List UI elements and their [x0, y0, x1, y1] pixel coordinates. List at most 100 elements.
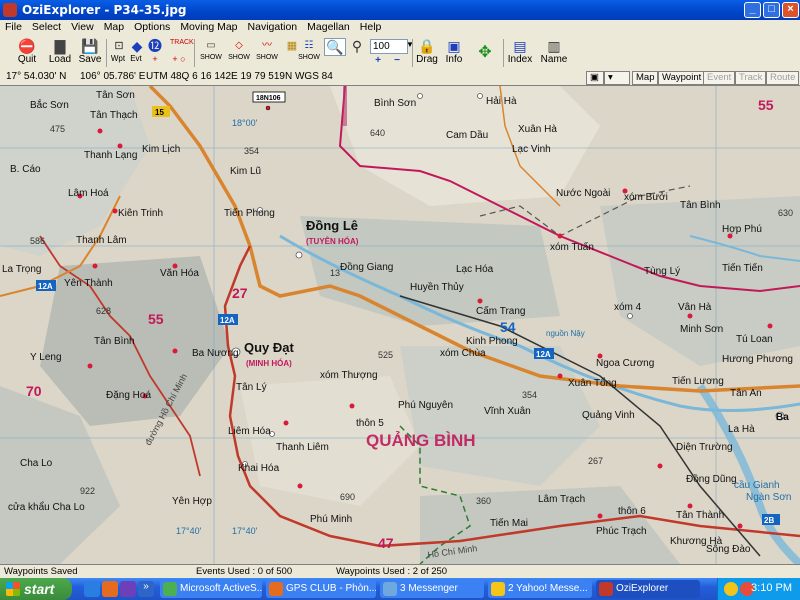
zoom-tool-button[interactable]: 🔍 — [324, 38, 346, 56]
svg-text:2B: 2B — [764, 516, 774, 525]
clock: 3:10 PM — [751, 582, 792, 594]
load-icon: ▇ — [54, 38, 66, 54]
app-icon[interactable] — [3, 3, 17, 17]
svg-text:12A: 12A — [536, 350, 551, 359]
firefox-icon — [269, 582, 283, 596]
ie-quicklaunch-icon[interactable] — [84, 581, 100, 597]
svg-text:Ba Nương: Ba Nương — [192, 348, 239, 359]
maximize-button[interactable]: □ — [763, 2, 780, 18]
find-button[interactable]: ⚲ — [348, 38, 366, 54]
svg-text:Bình Sơn: Bình Sơn — [374, 98, 416, 109]
svg-text:Bắc Sơn: Bắc Sơn — [30, 98, 69, 111]
lock-icon: 🔒 — [418, 38, 436, 54]
svg-text:54: 54 — [500, 319, 516, 335]
pan-arrows-icon: ✥ — [478, 44, 492, 61]
task-yahoo-messenger[interactable]: 2 Yahoo! Messe... — [488, 580, 592, 598]
name-button[interactable]: ▥ Name — [540, 38, 568, 65]
activesync-icon — [163, 582, 177, 596]
svg-text:Quy Đạt: Quy Đạt — [244, 340, 295, 355]
svg-text:B. Cáo: B. Cáo — [10, 164, 41, 175]
media-quicklaunch-icon[interactable] — [120, 581, 136, 597]
svg-text:Kim Lịch: Kim Lịch — [142, 144, 180, 155]
svg-text:Vân Hà: Vân Hà — [678, 302, 712, 313]
menu-map[interactable]: Map — [99, 20, 129, 33]
minimize-button[interactable]: _ — [744, 2, 761, 18]
zoom-dropdown-icon[interactable]: ▼ — [405, 40, 415, 49]
firefox-quicklaunch-icon[interactable] — [102, 581, 118, 597]
svg-text:Phúc Trạch: Phúc Trạch — [596, 526, 647, 537]
screen-icon[interactable]: ▣ — [586, 71, 604, 85]
svg-text:Cấm Trang: Cấm Trang — [476, 305, 525, 317]
quit-button[interactable]: ⛔ Quit — [14, 38, 40, 65]
svg-text:17°40': 17°40' — [176, 526, 202, 536]
wpt-button[interactable]: ⊡ Wpt — [110, 38, 126, 63]
track-filter-button[interactable]: Track — [735, 71, 767, 85]
expand-quicklaunch-icon[interactable]: » — [138, 581, 154, 597]
svg-text:Tiến Phong: Tiến Phong — [224, 207, 275, 219]
close-button[interactable]: × — [782, 2, 799, 18]
tray-icon[interactable] — [724, 582, 738, 596]
svg-text:55: 55 — [148, 311, 164, 327]
track-button[interactable]: TRACK + ○ — [166, 38, 194, 64]
load-button[interactable]: ▇ Load — [46, 38, 74, 65]
save-button[interactable]: 💾 Save — [76, 38, 104, 65]
svg-text:267: 267 — [588, 456, 603, 466]
map-image[interactable]: 18N106 15 12A 12A 12A 2B 55 55 70 27 47 … — [0, 86, 800, 564]
waypoint-label[interactable]: 18N106 — [256, 95, 281, 102]
show-tracks-button[interactable]: 〰 SHOW — [254, 38, 280, 61]
menu-options[interactable]: Options — [129, 20, 175, 33]
svg-text:Phú Minh: Phú Minh — [310, 514, 352, 525]
menu-file[interactable]: File — [0, 20, 27, 33]
waypoint-button[interactable]: Waypoint — [658, 71, 706, 85]
event-button[interactable]: Event — [703, 71, 736, 85]
drag-button[interactable]: 🔒 Drag — [415, 38, 439, 65]
menu-help[interactable]: Help — [355, 20, 387, 33]
route-button[interactable]: ⓬ + — [146, 38, 164, 64]
zoom-level-select[interactable]: 100 — [370, 39, 408, 54]
menu-moving-map[interactable]: Moving Map — [175, 20, 242, 33]
pan-control[interactable]: ✥ — [470, 38, 500, 68]
start-button[interactable]: start — [0, 578, 72, 600]
svg-text:55: 55 — [758, 97, 774, 113]
svg-text:Đồng Giang: Đồng Giang — [340, 261, 393, 273]
svg-text:Tiến Mai: Tiến Mai — [490, 517, 528, 529]
svg-text:Phú Nguyên: Phú Nguyên — [398, 400, 453, 411]
zoom-out-button[interactable]: − — [391, 55, 403, 66]
svg-text:18°00': 18°00' — [232, 118, 258, 128]
task-oziexplorer[interactable]: OziExplorer — [596, 580, 700, 598]
map-canvas[interactable]: 18N106 15 12A 12A 12A 2B 55 55 70 27 47 … — [0, 86, 800, 564]
binoculars-icon: ⚲ — [351, 38, 363, 54]
task-gps-club[interactable]: GPS CLUB - Phòn... — [266, 580, 376, 598]
route-button[interactable]: Route — [766, 71, 800, 85]
name-icon: ▥ — [547, 38, 561, 54]
svg-text:Tân Bình: Tân Bình — [94, 336, 135, 347]
index-button[interactable]: ▤ Index — [506, 38, 534, 65]
evt-button[interactable]: ◆ Evt — [128, 38, 144, 63]
save-map-icon[interactable]: ▾ — [604, 71, 630, 85]
info-button[interactable]: ▣ Info — [442, 38, 466, 65]
svg-text:Khai Hóa: Khai Hóa — [238, 463, 280, 474]
menu-navigation[interactable]: Navigation — [243, 20, 303, 33]
zoom-in-button[interactable]: + — [372, 55, 384, 66]
svg-text:Quảng Vinh: Quảng Vinh — [582, 410, 635, 421]
menu-magellan[interactable]: Magellan — [302, 20, 355, 33]
show-events-button[interactable]: ◇ SHOW — [226, 38, 252, 61]
svg-text:Thanh Lâm: Thanh Lâm — [76, 235, 127, 246]
svg-text:Hợp Phú: Hợp Phú — [722, 224, 762, 235]
show-routes-button[interactable]: ☷ SHOW — [298, 38, 320, 61]
menu-select[interactable]: Select — [27, 20, 66, 33]
oziexplorer-icon — [599, 582, 613, 596]
show-waypoints-button[interactable]: ▭ SHOW — [198, 38, 224, 61]
task-messenger[interactable]: 3 Messenger — [380, 580, 484, 598]
map-list-button[interactable]: ▦ — [283, 38, 297, 54]
waypoints-used: Waypoints Used : 2 of 250 — [336, 566, 448, 577]
menu-bar: File Select View Map Options Moving Map Naviga… — [0, 20, 800, 36]
svg-text:640: 640 — [370, 128, 385, 138]
svg-text:Hải Hà: Hải Hà — [486, 96, 517, 107]
task-activesync[interactable]: Microsoft ActiveS... — [160, 580, 262, 598]
svg-text:Yên Hợp: Yên Hợp — [172, 496, 212, 507]
show-tracks-icon: 〰 — [262, 40, 272, 51]
map-button[interactable]: Map — [632, 71, 659, 85]
svg-text:Lạc Hóa: Lạc Hóa — [456, 264, 494, 275]
menu-view[interactable]: View — [66, 20, 99, 33]
